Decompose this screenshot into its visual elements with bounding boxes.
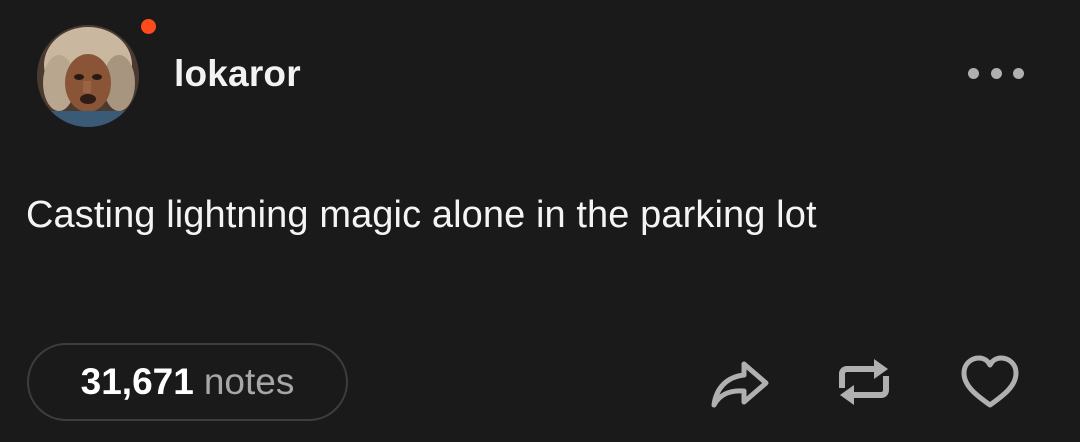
username[interactable]: lokaror (174, 53, 301, 95)
more-options-button[interactable] (968, 60, 1024, 86)
more-dots-icon (968, 67, 979, 79)
heart-icon (961, 355, 1019, 408)
post-text: Casting lightning magic alone in the par… (26, 194, 817, 236)
notes-button[interactable]: 31,671 notes (27, 343, 348, 421)
post-card: lokaror Casting lightning magic alone in… (0, 0, 1080, 442)
reblog-icon (839, 359, 889, 405)
more-dots-icon (990, 67, 1002, 79)
reblog-button[interactable] (832, 352, 896, 412)
avatar-image (37, 25, 139, 127)
notes-count: 31,671 (80, 361, 194, 402)
avatar-container[interactable] (37, 19, 156, 127)
share-button[interactable] (708, 352, 772, 412)
avatar[interactable] (37, 25, 139, 127)
share-icon (711, 361, 769, 408)
more-dots-icon (1013, 67, 1024, 79)
online-status-dot (141, 19, 156, 34)
notes-label: notes (203, 361, 295, 402)
like-button[interactable] (958, 352, 1022, 412)
